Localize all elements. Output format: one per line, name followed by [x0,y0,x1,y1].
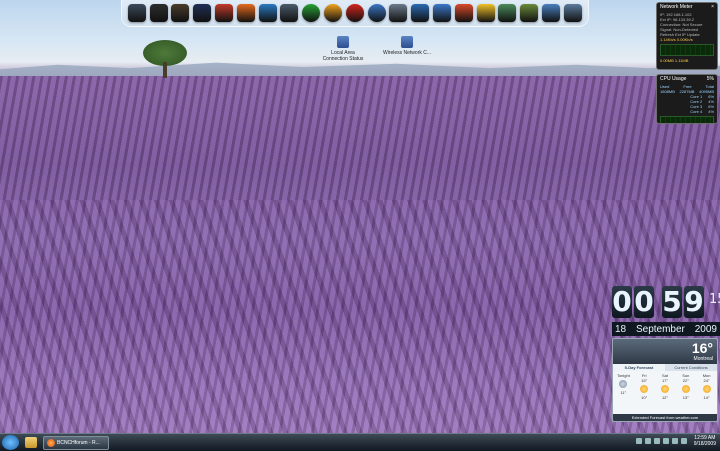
network-tray-icon[interactable] [635,438,642,444]
orange-button-icon[interactable] [324,4,343,22]
cpu-value: 1808MB [660,89,675,94]
refresh-icon[interactable] [454,4,473,22]
tray-clock[interactable]: 12:59 AM 9/18/2009 [694,435,716,447]
vista-icon[interactable] [411,4,430,22]
green-button-icon[interactable] [302,4,321,22]
weather-city: Montreal [693,356,713,362]
desktop-icon-label: Wireless Network C... [382,50,432,56]
printer-icon[interactable] [389,4,408,22]
forecast-day: Sat 17° 12° [656,373,674,400]
taskbar-firefox-window[interactable]: BCNCHforum - R... [43,435,109,450]
system-tray: 12:59 AM 9/18/2009 [635,435,716,447]
firefox-icon [47,438,55,447]
globe-red-icon[interactable] [215,4,234,22]
network-icon [337,36,349,48]
forecast-day: Tonight 11° [614,373,632,400]
day-low: 10° [641,395,648,400]
phone-icon[interactable] [193,4,212,22]
desktop-wallpaper: Local Area Connection Status Wireless Ne… [0,0,720,433]
network-line: 0.00MB 1.11MB [660,58,689,63]
day-name: Tonight [616,373,630,378]
forecast-day: Fri 15° 10° [635,373,653,400]
day-high: 15° [641,378,648,383]
chart-icon[interactable] [498,4,517,22]
power-tray-icon[interactable] [653,438,660,444]
start-button[interactable] [2,435,19,450]
tab-5-day-forecast[interactable]: 5-Day Forecast [613,364,665,371]
volume-tray-icon[interactable] [644,438,651,444]
firefox-icon[interactable] [236,4,255,22]
desktop-icon-wireless-network[interactable]: Wireless Network C... [382,36,432,56]
core-label: Core 4 [690,109,703,114]
app-tray-icon[interactable] [671,438,678,444]
red-power-icon[interactable] [345,4,364,22]
cloud-icon [619,380,628,388]
security-tray-icon[interactable] [662,438,669,444]
network-meter-gadget[interactable]: Network Meter × IP: 192.168.1.102 Ext IP:… [656,2,718,70]
sun-icon [640,385,649,393]
network-meter-title: Network Meter [660,4,693,10]
close-icon[interactable]: × [711,5,714,10]
cpu-percent: 5% [706,76,714,82]
sun-icon [681,385,690,393]
cpu-title: CPU Usage [660,76,687,82]
day-high: 22° [682,378,689,383]
window-icon[interactable] [563,4,582,22]
edit-icon[interactable] [433,4,452,22]
weather-temperature: 16° [691,340,713,356]
day-high: 17° [661,378,669,383]
clock-seconds: 15 [709,292,720,307]
monitor-icon[interactable] [127,4,146,22]
forecast-day: Sun 22° 13° [677,373,695,400]
hat-icon[interactable] [171,4,190,22]
sun-icon [702,385,711,393]
clock-digit: 9 [684,285,704,318]
tab-current-conditions[interactable]: Current Conditions [665,364,717,371]
task-label: BCNCHforum - R... [57,439,100,446]
flip-clock-gadget[interactable]: 0 0 5 9 15 18 September 2009 [612,286,720,338]
desktop-icon-local-area-connection[interactable]: Local Area Connection Status [318,36,368,62]
tray-date: 9/18/2009 [693,441,716,447]
forecast-day: Mon 24° 14° [698,373,716,400]
network-graph [660,44,714,56]
dock-bar [121,0,589,27]
photo-icon[interactable] [280,4,299,22]
day-low: 11° [620,390,627,395]
day-high: 24° [703,378,710,383]
sun-icon [660,385,669,393]
smiley-icon[interactable] [476,4,495,22]
clock-digit: 5 [662,285,682,318]
earth-icon[interactable] [367,4,386,22]
clock-digit: 0 [612,285,632,318]
day-low: 12° [661,395,669,400]
network-line: 1.14Kb/s 0.00Kb/s [660,37,693,42]
weather-gadget[interactable]: 16° Montreal 5-Day Forecast Current Cond… [612,338,718,422]
clock-month: September [635,323,685,335]
core-value: 4% [708,109,714,114]
weather-footer-link[interactable]: Extended Forecast from weather.com [613,414,717,421]
cpu-graph [660,116,714,123]
mail-icon[interactable] [542,4,561,22]
app-tray-icon[interactable] [680,438,687,444]
day-low: 14° [703,395,710,400]
cpu-usage-gadget[interactable]: CPU Usage 5% Used Free Total 1808MB 2287M… [656,74,718,124]
clock-digit: 0 [634,285,654,318]
taskbar: BCNCHforum - R... 12:59 AM 9/18/2009 [0,433,720,451]
tree [143,40,187,80]
wireless-icon [401,36,413,48]
ie-icon[interactable] [258,4,277,22]
day-low: 13° [682,395,689,400]
figure-icon[interactable] [520,4,539,22]
clock-year: 2009 [694,323,717,335]
folder-icon[interactable] [25,437,37,448]
camera-icon[interactable] [149,4,168,22]
desktop-icon-label: Local Area Connection Status [322,50,364,62]
clock-day: 18 [615,323,627,335]
